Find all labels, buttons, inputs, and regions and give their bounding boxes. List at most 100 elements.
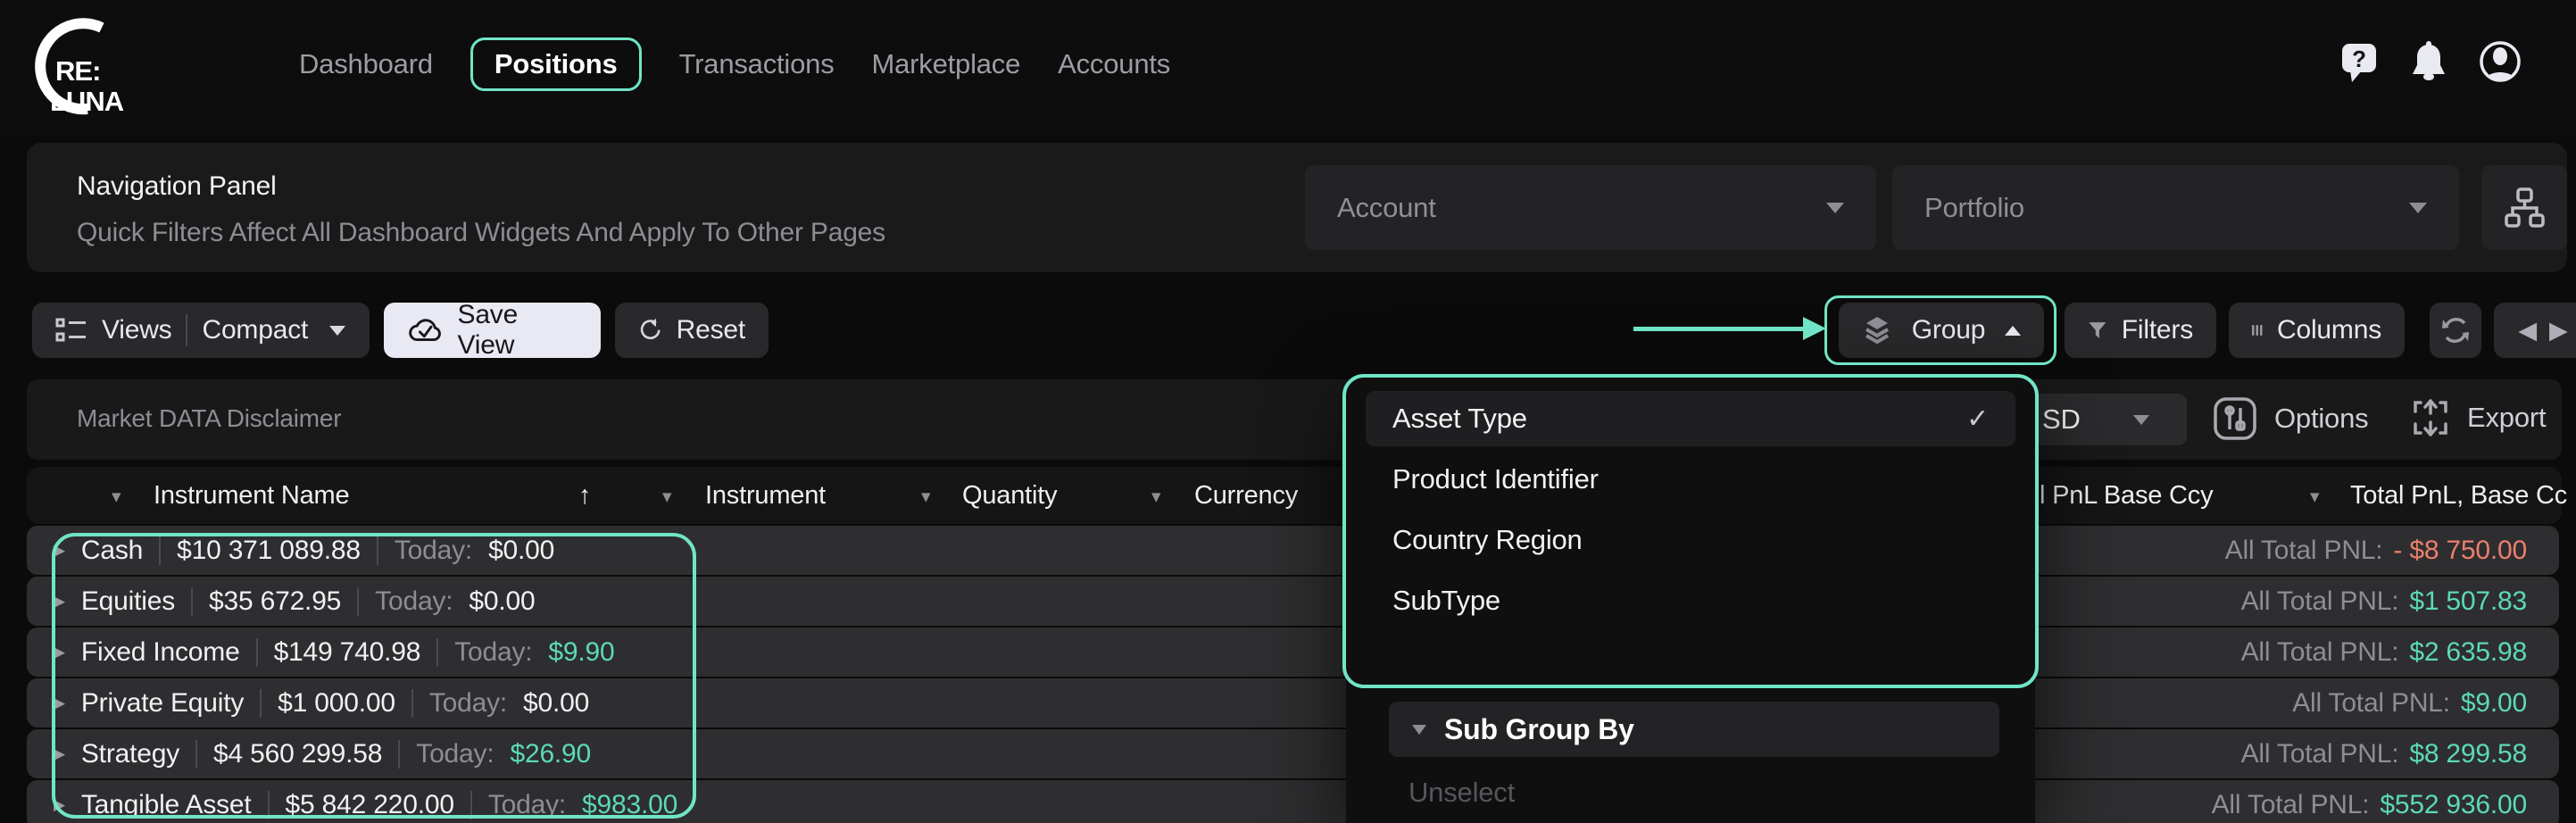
group-market-value: $10 371 089.88 — [177, 536, 361, 566]
group-label: Group — [1912, 315, 1985, 345]
group-name: Strategy — [81, 739, 179, 769]
top-right-icons: ? — [2339, 39, 2522, 84]
reset-button[interactable]: Reset — [615, 303, 769, 358]
table-row[interactable]: ▶ Tangible Asset $5 842 220.00 Today: $9… — [27, 780, 2559, 823]
group-menu-item-subtype[interactable]: SubType — [1366, 573, 2015, 628]
hierarchy-icon — [2501, 185, 2547, 231]
col-quantity[interactable]: Quantity — [962, 481, 1057, 511]
column-menu-icon[interactable]: ▾ — [2310, 486, 2319, 508]
compact-label: Compact — [202, 315, 308, 345]
col-pnl-base-ccy[interactable]: l PnL Base Ccy — [2040, 481, 2213, 511]
nav-transactions[interactable]: Transactions — [679, 48, 835, 80]
sub-group-by-label: Sub Group By — [1444, 713, 1634, 746]
all-total-pnl-value: $552 936.00 — [2380, 790, 2527, 820]
divider — [357, 587, 359, 616]
col-instrument[interactable]: Instrument — [705, 481, 826, 511]
columns-button[interactable]: Columns — [2229, 303, 2405, 358]
filters-button[interactable]: Filters — [2065, 303, 2216, 358]
user-avatar-icon[interactable] — [2478, 39, 2522, 84]
columns-icon — [2252, 318, 2263, 343]
menu-item-label: SubType — [1392, 585, 1500, 617]
views-compact-button[interactable]: Views Compact — [32, 303, 370, 358]
sort-asc-icon[interactable]: ↑ — [578, 481, 591, 511]
market-data-disclaimer[interactable]: Market DATA Disclaimer — [77, 404, 341, 433]
today-value: $983.00 — [582, 790, 677, 820]
group-menu-item-country-region[interactable]: Country Region — [1366, 512, 2015, 568]
column-menu-icon[interactable]: ▾ — [662, 486, 671, 508]
save-view-button[interactable]: Save View — [384, 303, 601, 358]
today-value: $0.00 — [488, 536, 554, 566]
chevron-down-icon — [1826, 203, 1844, 213]
today-label: Today: — [375, 586, 453, 617]
portfolio-select-value: Portfolio — [1924, 192, 2024, 224]
all-total-pnl-label: All Total PNL: — [2225, 536, 2383, 566]
table-row[interactable]: ▶ Strategy $4 560 299.58 Today: $26.90 A… — [27, 729, 2559, 778]
account-select[interactable]: Account — [1305, 165, 1876, 250]
group-menu-item-asset-type[interactable]: Asset Type ✓ — [1366, 391, 2015, 446]
sync-icon — [2439, 314, 2472, 346]
today-label: Today: — [416, 739, 494, 769]
divider — [436, 638, 438, 667]
col-total-pnl-base[interactable]: Total PnL, Base Cc — [2350, 481, 2567, 511]
column-menu-icon[interactable]: ▾ — [112, 486, 120, 508]
nav-marketplace[interactable]: Marketplace — [872, 48, 1021, 80]
sub-group-by-header[interactable]: Sub Group By — [1389, 702, 1999, 757]
divider — [159, 536, 161, 565]
column-menu-icon[interactable]: ▾ — [921, 486, 930, 508]
nav-accounts[interactable]: Accounts — [1058, 48, 1170, 80]
col-currency[interactable]: Currency — [1194, 481, 1298, 511]
list-view-icon — [55, 318, 87, 343]
annotation-arrow — [1633, 327, 1805, 331]
col-instrument-name[interactable]: Instrument Name — [154, 481, 349, 511]
column-menu-icon[interactable]: ▾ — [1151, 486, 1160, 508]
group-button[interactable]: Group — [1839, 303, 2044, 358]
table-header: ▾ Instrument Name ↑ ▾ Instrument ▾ Quant… — [27, 467, 2562, 524]
refresh-button[interactable] — [2430, 303, 2481, 358]
table-row[interactable]: ▶ Equities $35 672.95 Today: $0.00 All T… — [27, 577, 2559, 626]
today-label: Today: — [395, 536, 472, 566]
expand-row-icon[interactable]: ▶ — [54, 542, 65, 560]
group-name: Cash — [81, 536, 143, 566]
divider — [191, 587, 193, 616]
today-value: $9.90 — [548, 637, 614, 668]
chevron-right-icon: ▶ — [2549, 317, 2568, 345]
group-market-value: $4 560 299.58 — [213, 739, 382, 769]
portfolio-select[interactable]: Portfolio — [1892, 165, 2459, 250]
group-name: Private Equity — [81, 688, 244, 719]
options-button[interactable]: Options — [2212, 395, 2368, 442]
divider — [195, 740, 197, 769]
all-total-pnl-value: - $8 750.00 — [2393, 536, 2527, 566]
export-label: Export — [2467, 402, 2546, 434]
svg-text:RE:: RE: — [55, 55, 100, 87]
hierarchy-button[interactable] — [2481, 165, 2567, 250]
export-icon — [2410, 395, 2451, 440]
table-row[interactable]: ▶ Private Equity $1 000.00 Today: $0.00 … — [27, 678, 2559, 727]
group-market-value: $1 000.00 — [278, 688, 395, 719]
reluna-logo[interactable]: RE: LUNA — [21, 14, 139, 120]
expand-row-icon[interactable]: ▶ — [54, 644, 65, 661]
columns-label: Columns — [2277, 315, 2381, 345]
unselect-option[interactable]: Unselect — [1408, 777, 1515, 809]
all-total-pnl-label: All Total PNL: — [2212, 790, 2370, 820]
main-nav: Dashboard Positions Transactions Marketp… — [299, 36, 1170, 93]
pagination-chevrons-button[interactable]: ◀ ▶ — [2494, 303, 2576, 358]
all-total-pnl-label: All Total PNL: — [2241, 739, 2399, 769]
expand-row-icon[interactable]: ▶ — [54, 796, 65, 814]
expand-row-icon[interactable]: ▶ — [54, 694, 65, 712]
table-row[interactable]: ▶ Fixed Income $149 740.98 Today: $9.90 … — [27, 628, 2559, 677]
help-icon[interactable]: ? — [2339, 39, 2380, 84]
group-menu-item-product-identifier[interactable]: Product Identifier — [1366, 452, 2015, 507]
notifications-bell-icon[interactable] — [2408, 39, 2449, 84]
table-row[interactable]: ▶ Cash $10 371 089.88 Today: $0.00 All T… — [27, 526, 2559, 575]
export-button[interactable]: Export — [2410, 395, 2546, 440]
nav-positions[interactable]: Positions — [470, 37, 642, 91]
sliders-icon — [2212, 395, 2258, 442]
group-market-value: $149 740.98 — [274, 637, 421, 668]
expand-row-icon[interactable]: ▶ — [54, 745, 65, 763]
filters-label: Filters — [2122, 315, 2193, 345]
group-by-popup: Asset Type ✓ Product Identifier Country … — [1346, 378, 2035, 823]
today-label: Today: — [488, 790, 566, 820]
chevron-down-icon — [2409, 203, 2427, 213]
nav-dashboard[interactable]: Dashboard — [299, 48, 433, 80]
expand-row-icon[interactable]: ▶ — [54, 593, 65, 611]
